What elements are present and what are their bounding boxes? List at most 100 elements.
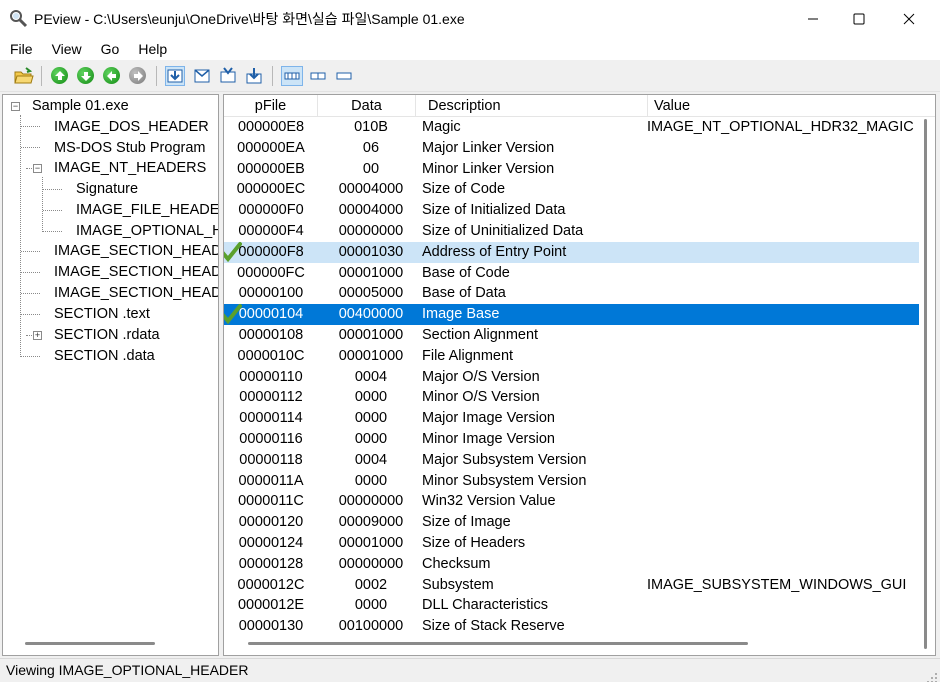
- column-header-data[interactable]: Data: [318, 95, 416, 117]
- view-details-icon[interactable]: [281, 66, 303, 86]
- tree-item-section-header-data[interactable]: IMAGE_SECTION_HEADER .data: [54, 283, 218, 303]
- cell-description: Minor Image Version: [422, 431, 555, 447]
- table-row[interactable]: 00000120 00009000 Size of Image: [224, 512, 919, 533]
- menu-go[interactable]: Go: [91, 41, 129, 57]
- status-text: Viewing IMAGE_OPTIONAL_HEADER: [6, 662, 249, 678]
- view-list-icon[interactable]: [308, 66, 328, 86]
- view-hex-icon[interactable]: [165, 66, 185, 86]
- table-row[interactable]: 00000118 0004 Major Subsystem Version: [224, 450, 919, 471]
- table-row[interactable]: 00000116 0000 Minor Image Version: [224, 429, 919, 450]
- table-row[interactable]: 00000114 0000 Major Image Version: [224, 408, 919, 429]
- table-row[interactable]: 000000FC 00001000 Base of Code: [224, 263, 919, 284]
- table-row[interactable]: 0000011C 00000000 Win32 Version Value: [224, 491, 919, 512]
- cell-description: Size of Headers: [422, 535, 526, 551]
- cell-data: 00001000: [338, 347, 404, 364]
- cell-description: Size of Initialized Data: [422, 202, 566, 219]
- table-row[interactable]: 00000110 0004 Major O/S Version: [224, 367, 919, 388]
- tree-item-root[interactable]: Sample 01.exe: [32, 96, 129, 116]
- table-row[interactable]: 0000011A 0000 Minor Subsystem Version: [224, 471, 919, 492]
- tree-item-nt-headers[interactable]: IMAGE_NT_HEADERS: [54, 158, 206, 178]
- tree-connector: [42, 177, 43, 232]
- go-down-icon[interactable]: [76, 66, 96, 86]
- cell-data: 0004: [354, 451, 388, 468]
- go-up-icon[interactable]: [50, 66, 70, 86]
- tree-item-signature[interactable]: Signature: [76, 179, 138, 199]
- go-forward-icon[interactable]: [128, 66, 148, 86]
- cell-description: Major Linker Version: [422, 139, 555, 156]
- menu-file[interactable]: File: [0, 41, 42, 57]
- table-row[interactable]: 000000E8 010B Magic IMAGE_NT_OPTIONAL_HDR32…: [224, 117, 919, 138]
- tree-item-section-header-rdata[interactable]: IMAGE_SECTION_HEADER .rdata: [54, 262, 218, 282]
- menu-view[interactable]: View: [42, 41, 91, 57]
- cell-data: 06: [362, 139, 380, 156]
- table-row[interactable]: 0000012C 0002 Subsystem IMAGE_SUBSYSTEM_WIN…: [224, 575, 919, 596]
- cell-description: Base of Data: [422, 285, 506, 302]
- collapse-icon[interactable]: −: [33, 164, 42, 173]
- view-small-icon[interactable]: [334, 66, 354, 86]
- view-mail-icon[interactable]: [192, 66, 212, 86]
- tree-item-section-data[interactable]: SECTION .data: [54, 346, 155, 366]
- toolbar-separator: [156, 66, 157, 86]
- cell-description: Minor Subsystem Version: [422, 472, 587, 489]
- tree-item-section-header-text[interactable]: IMAGE_SECTION_HEADER .text: [54, 241, 218, 261]
- table-row[interactable]: 00000100 00005000 Base of Data: [224, 283, 919, 304]
- list-vertical-scrollbar[interactable]: [924, 119, 927, 649]
- cell-data: 0000: [354, 597, 388, 614]
- cell-pfile: 000000EB: [237, 160, 305, 177]
- table-row[interactable]: 000000F0 00004000 Size of Initialized Data: [224, 200, 919, 221]
- close-icon[interactable]: [886, 0, 932, 38]
- resize-grip-icon[interactable]: [926, 668, 938, 682]
- table-row[interactable]: 0000012E 0000 DLL Characteristics: [224, 595, 919, 616]
- list-horizontal-scrollbar[interactable]: [248, 642, 748, 645]
- table-row[interactable]: 000000F4 00000000 Size of Uninitialized Da…: [224, 221, 919, 242]
- table-row[interactable]: 000000EA 06 Major Linker Version: [224, 138, 919, 159]
- toolbar: [0, 60, 940, 92]
- tree-item-dos-stub[interactable]: MS-DOS Stub Program: [54, 138, 206, 158]
- table-row[interactable]: 00000112 0000 Minor O/S Version: [224, 387, 919, 408]
- tree-item-section-rdata[interactable]: SECTION .rdata: [54, 325, 160, 345]
- column-header-description[interactable]: Description: [416, 95, 648, 117]
- tree-connector: [43, 189, 62, 190]
- cell-pfile: 00000116: [239, 431, 303, 447]
- detail-list-pane[interactable]: pFile Data Description Value 000000E8 010…: [223, 94, 936, 656]
- tree-horizontal-scrollbar[interactable]: [25, 642, 155, 645]
- cell-pfile: 000000FC: [237, 264, 305, 281]
- view-import-icon[interactable]: [218, 66, 238, 86]
- menu-help[interactable]: Help: [128, 41, 176, 57]
- expand-icon[interactable]: +: [33, 331, 42, 340]
- tree-connector: [21, 314, 40, 315]
- table-row[interactable]: 0000010C 00001000 File Alignment: [224, 346, 919, 367]
- go-back-icon[interactable]: [102, 66, 122, 86]
- cell-data: 00000000: [338, 223, 404, 239]
- view-export-icon[interactable]: [244, 66, 264, 86]
- cell-data: 0000: [354, 389, 388, 406]
- table-row[interactable]: 000000EB 00 Minor Linker Version: [224, 159, 919, 180]
- cell-value: IMAGE_NT_OPTIONAL_HDR32_MAGIC: [647, 119, 914, 135]
- tree-connector: [43, 210, 62, 211]
- maximize-icon[interactable]: [836, 0, 882, 38]
- column-header-value[interactable]: Value: [648, 95, 935, 117]
- tree-pane[interactable]: − − + Sample 01.exe IMAGE_DOS_HEADER MS-…: [2, 94, 219, 656]
- table-row[interactable]: 000000EC 00004000 Size of Code: [224, 179, 919, 200]
- minimize-icon[interactable]: [790, 0, 836, 38]
- open-file-icon[interactable]: [14, 66, 34, 86]
- tree-item-optional-header[interactable]: IMAGE_OPTIONAL_HEADER: [76, 221, 218, 241]
- table-row[interactable]: 00000124 00001000 Size of Headers: [224, 533, 919, 554]
- table-row[interactable]: 00000128 00000000 Checksum: [224, 554, 919, 575]
- table-row[interactable]: 000000F8 00001030 Address of Entry Point: [224, 241, 919, 263]
- cell-description: Subsystem: [422, 576, 494, 593]
- table-row[interactable]: 00000130 00100000 Size of Stack Reserve: [224, 616, 919, 637]
- tree-item-dos-header[interactable]: IMAGE_DOS_HEADER: [54, 117, 209, 137]
- cell-data: 00001030: [338, 243, 404, 260]
- cell-data: 00100000: [338, 618, 404, 635]
- tree-item-file-header[interactable]: IMAGE_FILE_HEADER: [76, 200, 218, 220]
- cell-description: Size of Uninitialized Data: [422, 223, 584, 239]
- column-header-pfile[interactable]: pFile: [224, 95, 318, 117]
- tree-connector: [21, 126, 40, 127]
- cell-pfile: 0000011C: [238, 493, 304, 510]
- table-row[interactable]: 00000108 00001000 Section Alignment: [224, 325, 919, 346]
- collapse-icon[interactable]: −: [11, 102, 20, 111]
- table-row[interactable]: 00000104 00400000 Image Base: [224, 304, 919, 326]
- cell-data: 0000: [354, 410, 388, 427]
- tree-item-section-text[interactable]: SECTION .text: [54, 304, 150, 324]
